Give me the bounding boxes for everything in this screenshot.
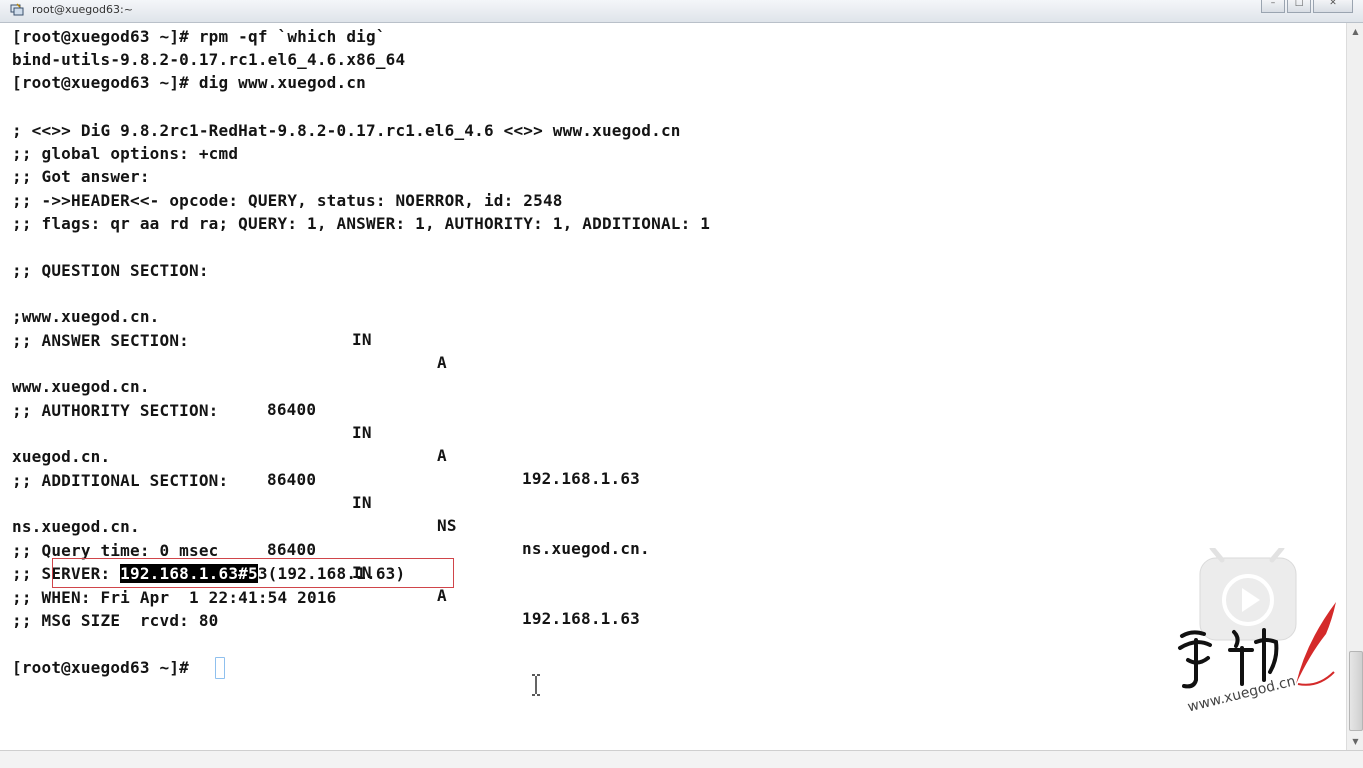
window-titlebar: root@xuegod63:~ – □ ✕ xyxy=(0,0,1363,23)
terminal-area[interactable]: [root@xuegod63 ~]# rpm -qf `which dig` b… xyxy=(0,23,1346,750)
record-type: A xyxy=(437,446,447,465)
record-class: IN xyxy=(352,330,372,349)
additional-record-row: ns.xuegod.cn. 86400 IN A 192.168.1.63 xyxy=(12,492,712,628)
question-record-row: ;www.xuegod.cn. IN A xyxy=(12,282,712,372)
maximize-icon: □ xyxy=(1294,0,1304,8)
scroll-thumb[interactable] xyxy=(1349,651,1363,731)
shell-prompt: [root@xuegod63 ~]# xyxy=(12,658,199,677)
scroll-down-icon[interactable]: ▼ xyxy=(1347,733,1363,750)
window-bottom-edge xyxy=(0,750,1363,768)
terminal-line: ;; WHEN: Fri Apr 1 22:41:54 2016 xyxy=(12,588,337,607)
terminal-line: [root@xuegod63 ~]# rpm -qf `which dig` xyxy=(12,27,386,46)
close-icon: ✕ xyxy=(1329,0,1337,8)
ibeam-cursor-icon xyxy=(532,674,540,696)
additional-section-header: ;; ADDITIONAL SECTION: xyxy=(12,471,229,490)
annotation-highlight-box xyxy=(52,558,454,588)
terminal-line: ;; flags: qr aa rd ra; QUERY: 1, ANSWER:… xyxy=(12,214,711,233)
terminal-line: [root@xuegod63 ~]# dig www.xuegod.cn xyxy=(12,73,366,92)
putty-icon xyxy=(10,3,24,16)
record-name: ns.xuegod.cn. xyxy=(12,517,140,536)
record-ttl: 86400 xyxy=(267,470,317,489)
maximize-button[interactable]: □ xyxy=(1287,0,1311,13)
terminal-line: ;; Got answer: xyxy=(12,167,150,186)
vertical-scrollbar[interactable]: ▲ ▼ xyxy=(1346,23,1363,750)
record-type: NS xyxy=(437,516,457,535)
scroll-up-icon[interactable]: ▲ xyxy=(1347,23,1363,40)
record-name: ;www.xuegod.cn. xyxy=(12,307,160,326)
answer-record-row: www.xuegod.cn. 86400 IN A 192.168.1.63 xyxy=(12,352,712,488)
terminal-line: bind-utils-9.8.2-0.17.rc1.el6_4.6.x86_64 xyxy=(12,50,406,69)
record-data: ns.xuegod.cn. xyxy=(522,539,650,558)
minimize-button[interactable]: – xyxy=(1261,0,1285,13)
terminal-line: ;; ->>HEADER<<- opcode: QUERY, status: N… xyxy=(12,191,563,210)
record-ttl: 86400 xyxy=(267,400,317,419)
record-name: www.xuegod.cn. xyxy=(12,377,150,396)
minimize-icon: – xyxy=(1270,0,1276,8)
terminal-line: ;; MSG SIZE rcvd: 80 xyxy=(12,611,219,630)
terminal-line: ;; global options: +cmd xyxy=(12,144,239,163)
authority-section-header: ;; AUTHORITY SECTION: xyxy=(12,401,219,420)
terminal-line: ; <<>> DiG 9.8.2rc1-RedHat-9.8.2-0.17.rc… xyxy=(12,121,681,140)
authority-record-row: xuegod.cn. 86400 IN NS ns.xuegod.cn. xyxy=(12,422,712,558)
window-title: root@xuegod63:~ xyxy=(32,3,133,16)
question-section-header: ;; QUESTION SECTION: xyxy=(12,261,209,280)
record-name: xuegod.cn. xyxy=(12,447,111,466)
record-data: 192.168.1.63 xyxy=(522,469,640,488)
answer-section-header: ;; ANSWER SECTION: xyxy=(12,331,189,350)
record-data: 192.168.1.63 xyxy=(522,609,640,628)
text-cursor xyxy=(215,657,225,679)
close-button[interactable]: ✕ xyxy=(1313,0,1353,13)
